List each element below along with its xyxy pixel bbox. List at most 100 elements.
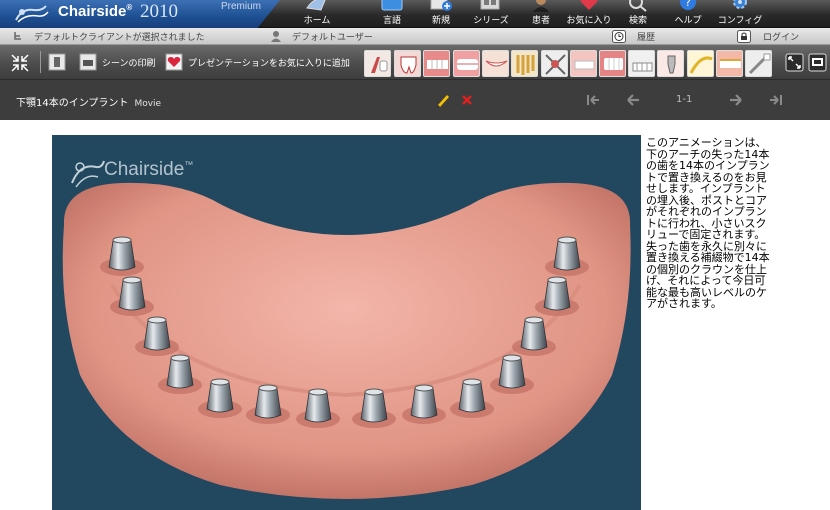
- procedure-thumbnail[interactable]: [657, 50, 684, 77]
- nav-home[interactable]: ホーム: [291, 0, 343, 28]
- new-icon: [430, 0, 452, 11]
- scene-info-icon[interactable]: [48, 53, 66, 71]
- implant-icon: [658, 51, 683, 76]
- video-title-bar: 下顎14本のインプラント Movie 1-1: [0, 80, 830, 120]
- teeth-gum-icon: [717, 51, 742, 76]
- implant-cap: [258, 384, 278, 392]
- last-page-icon[interactable]: [767, 91, 785, 109]
- print-scene-button[interactable]: シーンの印刷: [102, 56, 156, 69]
- printer-icon[interactable]: [79, 53, 97, 71]
- implant-cap: [547, 276, 567, 284]
- selected-client[interactable]: デフォルトクライアントが選択されました: [34, 30, 205, 43]
- bridge-icon: [629, 51, 654, 76]
- nav-series[interactable]: シリーズ: [465, 0, 517, 28]
- video-title: 下顎14本のインプラント Movie: [16, 94, 161, 109]
- implant-cap: [462, 378, 482, 386]
- clock-icon: [612, 30, 626, 43]
- heart-icon[interactable]: [165, 53, 183, 71]
- implant-cap: [170, 354, 190, 362]
- tooth-instrument-icon: [365, 51, 390, 76]
- brand-area: Chairside® 2010 Premium: [0, 0, 280, 28]
- animation-player[interactable]: Chairside™: [52, 135, 641, 510]
- next-page-icon[interactable]: [727, 91, 745, 109]
- nav-patient[interactable]: 患者: [515, 0, 567, 28]
- nav-help[interactable]: ? ヘルプ: [662, 0, 714, 28]
- add-to-favorites-button[interactable]: プレゼンテーションをお気に入りに追加: [188, 56, 350, 69]
- edition-label: Premium: [220, 1, 261, 12]
- series-icon: [480, 0, 500, 10]
- teeth-gum-icon: [571, 51, 596, 76]
- nav-search-label: 検索: [628, 16, 647, 26]
- dental-tool-icon: [542, 51, 567, 76]
- nav-new[interactable]: 新規: [415, 0, 467, 28]
- procedure-thumbnail[interactable]: [599, 50, 626, 77]
- implant-cap: [308, 388, 328, 396]
- brand-year: 2010: [140, 1, 178, 22]
- implant-cap: [414, 384, 434, 392]
- procedure-thumbnail[interactable]: [570, 50, 597, 77]
- implant-cap: [557, 236, 577, 244]
- procedure-thumbnail[interactable]: [511, 50, 538, 77]
- implant-cap: [147, 316, 167, 324]
- top-navigation-bar: Chairside® 2010 Premium ホーム 言語 新規 シリーズ 患…: [0, 0, 830, 28]
- chairside-watermark-icon: [71, 160, 105, 188]
- implant-cap: [524, 316, 544, 324]
- procedure-thumbnail[interactable]: [687, 50, 714, 77]
- smile-icon: [483, 51, 508, 76]
- brand-name: Chairside®: [58, 3, 133, 20]
- nav-patient-label: 患者: [531, 16, 550, 26]
- svg-text:?: ?: [685, 0, 691, 9]
- toolbar-divider: [40, 51, 41, 73]
- nav-new-label: 新規: [431, 16, 450, 26]
- nav-series-label: シリーズ: [473, 16, 509, 26]
- procedure-thumbnail[interactable]: [716, 50, 743, 77]
- procedure-thumbnail[interactable]: [628, 50, 655, 77]
- previous-page-icon[interactable]: [624, 91, 642, 109]
- help-icon: ?: [680, 0, 696, 10]
- patient-icon: [533, 0, 549, 12]
- nav-help-label: ヘルプ: [674, 16, 702, 26]
- toothbrush-icon: [746, 51, 771, 76]
- procedure-thumbnail[interactable]: [364, 50, 391, 77]
- history-link[interactable]: 履歴: [637, 30, 655, 43]
- nav-config-label: コンフィグ: [717, 16, 763, 26]
- teeth-gum-icon: [600, 51, 625, 76]
- procedure-thumbnail[interactable]: [453, 50, 480, 77]
- delete-icon[interactable]: [458, 91, 476, 109]
- floss-icon: [688, 51, 713, 76]
- login-link[interactable]: ログイン: [763, 30, 799, 43]
- gear-icon: [733, 0, 747, 9]
- implant-cap: [210, 378, 230, 386]
- first-page-icon[interactable]: [584, 91, 602, 109]
- implant-cap: [122, 276, 142, 284]
- nav-home-label: ホーム: [303, 16, 331, 26]
- title-text: 下顎14本のインプラント: [16, 98, 129, 109]
- chair-icon: [14, 32, 21, 40]
- nav-config[interactable]: コンフィグ: [714, 0, 766, 28]
- procedure-thumbnail[interactable]: [394, 50, 421, 77]
- status-bar: デフォルトクライアントが選択されました デフォルトユーザー 履歴 ログイン: [0, 28, 830, 45]
- toolbar: シーンの印刷 プレゼンテーションをお気に入りに追加: [0, 45, 830, 80]
- procedure-thumbnail[interactable]: [482, 50, 509, 77]
- nav-favorites[interactable]: お気に入り: [563, 0, 615, 28]
- home-icon: [306, 0, 326, 11]
- chairside-watermark: Chairside™: [104, 159, 194, 180]
- teeth-row-icon: [424, 51, 449, 76]
- search-icon: [629, 0, 647, 12]
- presentation-icon[interactable]: [808, 53, 827, 72]
- nav-language[interactable]: 言語: [366, 0, 418, 28]
- main-content: Chairside™ このアニメーションは、下のアーチの失った14本の歯を14本…: [0, 120, 830, 510]
- teeth-row-icon: [454, 51, 479, 76]
- edit-pencil-icon[interactable]: [434, 91, 452, 109]
- implant-cap: [364, 388, 384, 396]
- collapse-icon[interactable]: [10, 53, 30, 73]
- procedure-thumbnail[interactable]: [423, 50, 450, 77]
- fullscreen-icon[interactable]: [785, 53, 804, 72]
- page-counter: 1-1: [676, 94, 693, 105]
- current-user[interactable]: デフォルトユーザー: [292, 30, 373, 43]
- tooth-icon: [395, 51, 420, 76]
- procedure-thumbnail[interactable]: [541, 50, 568, 77]
- lock-icon: [737, 30, 751, 43]
- nav-search[interactable]: 検索: [612, 0, 664, 28]
- procedure-thumbnail[interactable]: [745, 50, 772, 77]
